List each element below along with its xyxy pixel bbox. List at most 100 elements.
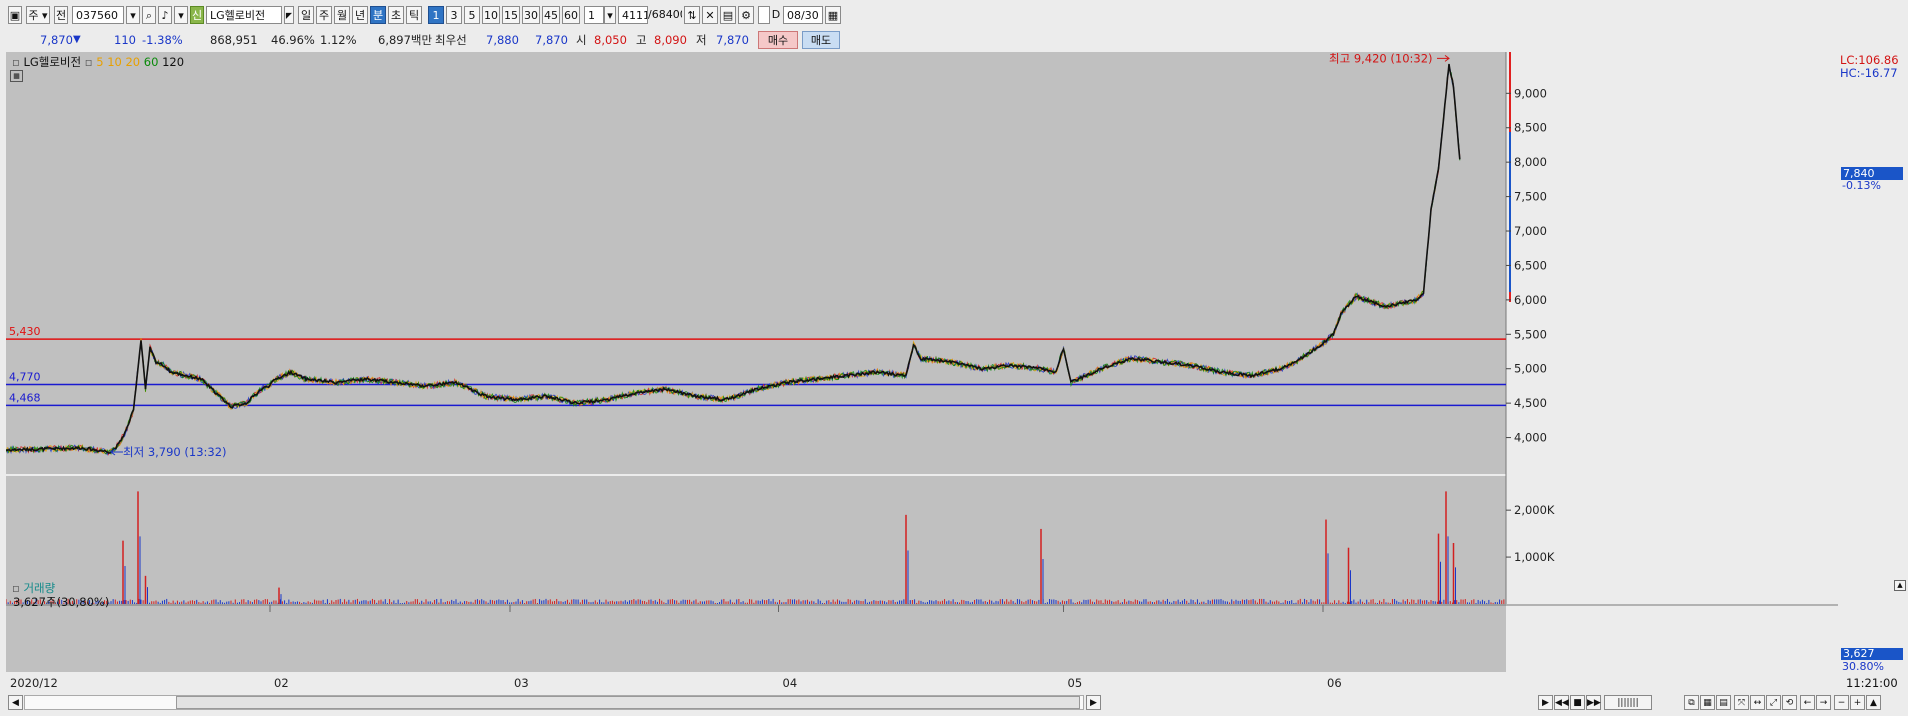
buy-button[interactable]: 매수 <box>758 31 798 49</box>
open-label: 시 <box>576 33 587 47</box>
price-tick-label: 6,000 <box>1514 293 1547 307</box>
interval-3[interactable]: 3 <box>446 6 462 24</box>
scroll-right-button[interactable]: ▶ <box>1086 695 1101 710</box>
ma-legend-item: 60 <box>143 55 163 69</box>
stop-icon[interactable]: ■ <box>1570 695 1585 710</box>
axis-pane <box>1506 52 1838 672</box>
stock-code-input[interactable]: 037560 <box>72 6 124 24</box>
layout-split-icon[interactable]: ⧉ <box>1684 695 1699 710</box>
low-annotation: 최저 3,790 (13:32) <box>123 445 227 459</box>
x-axis-label: 05 <box>1067 676 1083 690</box>
scale-up-icon[interactable]: ▲ <box>1866 695 1881 710</box>
volume-current-marker: 3,627 <box>1841 648 1903 660</box>
ma-legend-item: 20 <box>125 55 144 69</box>
layout-icon[interactable]: ▣ <box>8 6 22 24</box>
volume-panel-collapse-icon[interactable]: ▲ <box>1894 580 1906 591</box>
interval-5[interactable]: 5 <box>464 6 480 24</box>
period-month[interactable]: 월 <box>334 6 350 24</box>
toolbar: ▣ 주 ▾ 전 037560 ▾ ⌕ ♪ ▾ 신 LG헬로비전 ◤ 일 주 월 … <box>0 0 1908 30</box>
count-input[interactable]: 1 <box>584 6 604 24</box>
scroll-prev-button[interactable]: ▶ <box>1538 695 1553 710</box>
scroll-thumb[interactable] <box>176 696 1080 709</box>
period-day[interactable]: 일 <box>298 6 314 24</box>
zoom-in-icon[interactable]: + <box>1850 695 1865 710</box>
period-second[interactable]: 초 <box>388 6 404 24</box>
zoom-fit-icon[interactable]: ⤧ <box>1734 695 1749 710</box>
interval-15[interactable]: 15 <box>502 6 520 24</box>
stock-name-field[interactable]: LG헬로비전 <box>206 6 282 24</box>
interval-60[interactable]: 60 <box>562 6 580 24</box>
mode-label: 주 <box>28 9 39 22</box>
count-dropdown-icon[interactable]: ▾ <box>604 6 616 24</box>
zoom-reset-icon[interactable]: ⟲ <box>1782 695 1797 710</box>
arrow-left-icon[interactable]: ← <box>1800 695 1815 710</box>
price-chart[interactable]: 4,000 4,500 5,000 5,500 6,000 6,500 7,000 7,500… <box>5 51 1838 672</box>
rewind-icon[interactable]: ◀◀ <box>1554 695 1569 710</box>
scroll-left-button[interactable]: ◀ <box>8 695 23 710</box>
period-tick[interactable]: 틱 <box>406 6 422 24</box>
d-label: D <box>771 8 781 21</box>
interval-30[interactable]: 30 <box>522 6 540 24</box>
volume-pct: 46.96% <box>271 33 315 47</box>
mode-select[interactable]: 주 ▾ <box>26 6 50 24</box>
stock-name-icon[interactable]: ◤ <box>284 6 294 24</box>
down-arrow-icon: ▼ <box>73 34 81 45</box>
market-button[interactable]: 전 <box>54 6 68 24</box>
low-label: 저 <box>696 33 707 47</box>
high-price: 8,090 <box>654 33 687 47</box>
x-axis-label: 06 <box>1327 676 1342 690</box>
crosshair-icon[interactable]: ✕ <box>702 6 718 24</box>
calendar-icon[interactable]: ▦ <box>825 6 841 24</box>
high-annotation: 최고 9,420 (10:32) <box>1329 52 1433 65</box>
reference-line-label: 4,468 <box>9 391 41 404</box>
price-tick-label: 4,500 <box>1514 396 1547 410</box>
speaker-icon[interactable]: ♪ <box>158 6 172 24</box>
interval-10[interactable]: 10 <box>482 6 500 24</box>
settings-gear-icon[interactable]: ⚙ <box>738 6 754 24</box>
x-axis-label: 04 <box>782 676 798 690</box>
hc-label: HC:-16.77 <box>1840 66 1898 80</box>
zoom-area-icon[interactable]: ⤢ <box>1766 695 1781 710</box>
chart-panel[interactable]: 4,000 4,500 5,000 5,500 6,000 6,500 7,000 7,500… <box>5 51 1838 672</box>
search-icon[interactable]: ⌕ <box>142 6 156 24</box>
volume-value-label: 3,627주(30,80%) <box>13 595 110 609</box>
speed-control-icon[interactable]: ||||||| <box>1604 695 1652 710</box>
volume-title: 거래량 <box>23 581 56 595</box>
range-input[interactable]: 4111 <box>618 6 648 24</box>
code-dropdown-icon[interactable]: ▾ <box>126 6 140 24</box>
date-input[interactable]: 08/30 <box>783 6 823 24</box>
save-icon[interactable]: ▤ <box>720 6 736 24</box>
lc-label: LC:106.86 <box>1840 53 1899 67</box>
arrow-right-icon[interactable]: → <box>1816 695 1831 710</box>
ma-legend-item: 5 <box>96 55 108 69</box>
speaker-dropdown-icon[interactable]: ▾ <box>174 6 188 24</box>
period-minute[interactable]: 분 <box>370 6 386 24</box>
price-tick-label: 8,000 <box>1514 155 1547 169</box>
range-total: /68400 <box>648 8 682 21</box>
reference-line-label: 4,770 <box>9 371 41 384</box>
grid-toggle-icon[interactable]: ▦ <box>10 70 23 82</box>
ma-legend-item: 10 <box>107 55 126 69</box>
turnover-pct: 1.12% <box>320 33 357 47</box>
fast-forward-icon[interactable]: ▶▶ <box>1586 695 1601 710</box>
volume-tick-label: 1,000K <box>1514 550 1555 564</box>
interval-1[interactable]: 1 <box>428 6 444 24</box>
price-tick-label: 5,500 <box>1514 327 1547 341</box>
zoom-out-icon[interactable]: − <box>1834 695 1849 710</box>
volume-pane <box>6 476 1506 606</box>
reference-line-label: 5,430 <box>9 325 41 338</box>
layout-tile-icon[interactable]: ▤ <box>1716 695 1731 710</box>
legend-marker-icon: ▫ <box>12 55 20 69</box>
period-week[interactable]: 주 <box>316 6 332 24</box>
high-label: 고 <box>636 33 647 47</box>
volume-value: 868,951 <box>210 33 258 47</box>
price-pane <box>6 52 1506 474</box>
candle-type-icon[interactable]: ⇅ <box>684 6 700 24</box>
x-axis-label: 02 <box>274 676 289 690</box>
sell-button[interactable]: 매도 <box>802 31 840 49</box>
period-year[interactable]: 년 <box>352 6 368 24</box>
zoom-width-icon[interactable]: ↔ <box>1750 695 1765 710</box>
layout-grid-icon[interactable]: ▦ <box>1700 695 1715 710</box>
d-checkbox[interactable] <box>758 6 770 24</box>
interval-45[interactable]: 45 <box>542 6 560 24</box>
